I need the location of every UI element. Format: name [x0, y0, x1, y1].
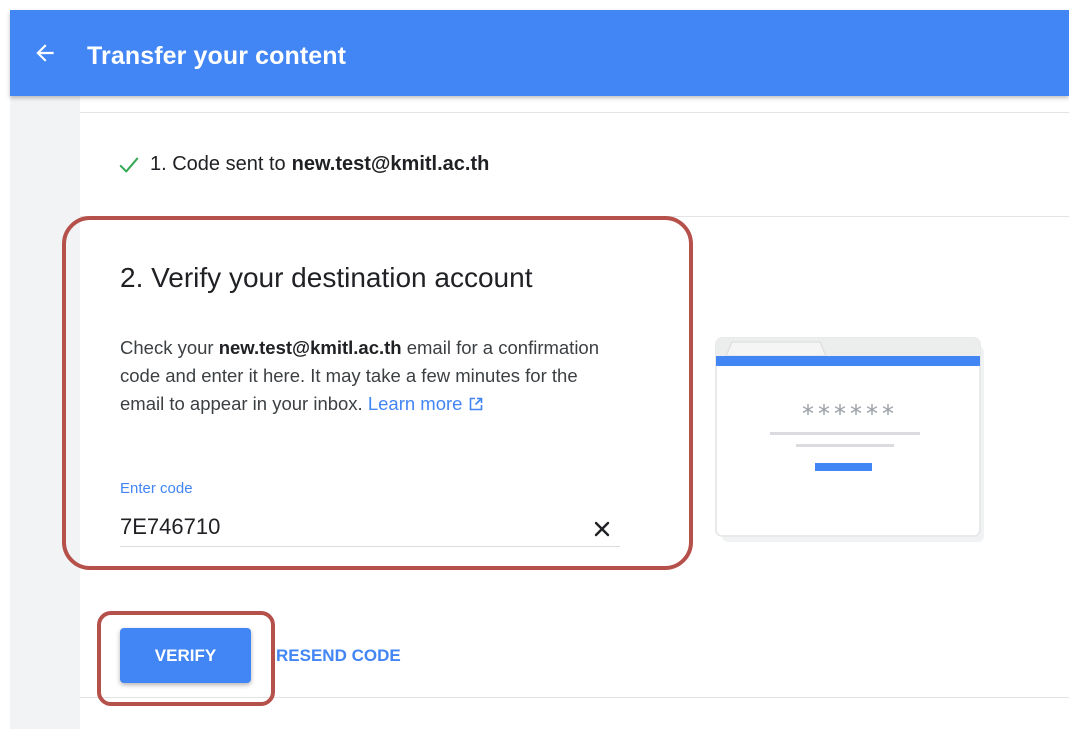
highlight-outline [62, 216, 693, 570]
illustration-line [770, 432, 920, 435]
verify-button[interactable]: VERIFY [120, 628, 251, 683]
illustration-frame [715, 337, 981, 537]
inbox-illustration: ****** [715, 337, 984, 542]
top-strip [0, 0, 1069, 10]
illustration-line [796, 444, 894, 447]
page-title: Transfer your content [87, 42, 347, 70]
illustration-button [815, 463, 872, 471]
back-button[interactable] [32, 40, 58, 66]
masked-code: ****** [802, 400, 898, 428]
resend-code-button[interactable]: RESEND CODE [270, 628, 430, 683]
divider [80, 112, 1069, 113]
step1-text: 1. Code sent to [150, 153, 286, 175]
arrow-back-icon [36, 44, 54, 62]
step1-status: 1. Code sent to new.test@kmitl.ac.th [118, 153, 489, 176]
illustration-accent-bar [716, 356, 980, 366]
check-icon [119, 157, 139, 172]
app-bar: Transfer your content [10, 10, 1069, 96]
step1-email: new.test@kmitl.ac.th [291, 153, 490, 175]
illustration-tab [725, 341, 827, 357]
